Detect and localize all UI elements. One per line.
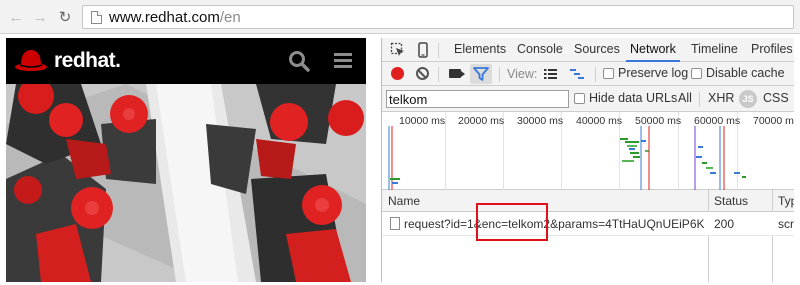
- filter-type-css[interactable]: CSS: [763, 91, 789, 105]
- divider: [438, 67, 439, 82]
- request-name: request?id=1&enc=telkom2&params=4TtHaUQn…: [404, 217, 704, 231]
- filter-bar: Hide data URLs All XHR JS CSS: [382, 86, 794, 112]
- timeline-overview[interactable]: 10000 ms 20000 ms 30000 ms 40000 ms 5000…: [382, 112, 794, 190]
- column-status[interactable]: Status: [714, 194, 748, 208]
- browser-toolbar: ← → ↻ www.redhat.com/en: [0, 0, 800, 34]
- request-type: scri: [778, 217, 794, 231]
- filter-input[interactable]: [386, 90, 569, 108]
- url-text: www.redhat.com/en: [109, 9, 241, 26]
- hero-image: [6, 84, 366, 282]
- filter-type-all[interactable]: All: [678, 91, 692, 105]
- search-icon[interactable]: [288, 50, 310, 72]
- devtools-tabbar: Elements Console Sources Network Timelin…: [382, 38, 794, 62]
- disable-cache-label: Disable cache: [706, 66, 785, 80]
- clear-icon[interactable]: [416, 67, 429, 80]
- address-bar[interactable]: www.redhat.com/en: [82, 5, 794, 29]
- reload-icon[interactable]: ↻: [57, 9, 73, 26]
- page-icon: [91, 11, 102, 24]
- devtools-panel: Elements Console Sources Network Timelin…: [381, 38, 794, 282]
- tab-network[interactable]: Network: [626, 42, 680, 62]
- redhat-logo-icon[interactable]: [14, 46, 48, 74]
- request-row[interactable]: request?id=1&enc=telkom2&params=4TtHaUQn…: [382, 212, 794, 236]
- tab-timeline[interactable]: Timeline: [691, 42, 738, 56]
- network-toolbar: View: Preserve log Disable cache: [382, 62, 794, 86]
- timeline-bars: [388, 126, 746, 190]
- tab-profiles[interactable]: Profiles: [751, 42, 793, 56]
- column-name[interactable]: Name: [388, 194, 420, 208]
- preserve-log-label: Preserve log: [618, 66, 689, 80]
- record-button[interactable]: [391, 67, 404, 80]
- overview-waterfall-icon[interactable]: [570, 69, 584, 79]
- column-divider: [708, 190, 709, 282]
- back-arrow-icon[interactable]: ←: [8, 9, 24, 26]
- device-mode-icon[interactable]: [415, 42, 431, 58]
- preserve-log-checkbox[interactable]: [603, 68, 614, 79]
- filter-type-js[interactable]: JS: [739, 90, 757, 108]
- divider: [595, 67, 596, 82]
- column-type[interactable]: Typ: [778, 194, 794, 208]
- funnel-icon: [473, 67, 489, 81]
- hide-data-urls-label: Hide data URLs: [589, 91, 678, 105]
- tab-console[interactable]: Console: [517, 42, 563, 56]
- website-viewport: redhat.: [6, 38, 366, 282]
- requests-header: Name Status Typ: [382, 190, 794, 212]
- disable-cache-checkbox[interactable]: [691, 68, 702, 79]
- divider: [699, 92, 700, 107]
- hamburger-menu-icon[interactable]: [334, 53, 352, 69]
- site-brand[interactable]: redhat.: [54, 49, 121, 73]
- url-path: /en: [219, 9, 241, 26]
- forward-arrow-icon[interactable]: →: [32, 9, 48, 26]
- site-header: redhat.: [6, 38, 366, 84]
- highlight-annotation: [476, 203, 548, 241]
- view-label: View:: [507, 67, 538, 81]
- request-status: 200: [714, 217, 735, 231]
- tab-sources[interactable]: Sources: [574, 42, 620, 56]
- document-icon: [390, 217, 400, 230]
- list-view-icon[interactable]: [544, 69, 557, 79]
- capture-screenshots-icon[interactable]: [449, 69, 465, 78]
- filter-toggle-button[interactable]: [470, 64, 492, 84]
- divider: [438, 43, 439, 58]
- column-divider: [772, 190, 773, 282]
- tab-elements[interactable]: Elements: [454, 42, 506, 56]
- hide-data-urls-checkbox[interactable]: [574, 93, 585, 104]
- divider: [499, 67, 500, 82]
- inspect-element-icon[interactable]: [390, 42, 406, 58]
- filter-type-xhr[interactable]: XHR: [708, 91, 734, 105]
- url-host: www.redhat.com: [109, 9, 220, 26]
